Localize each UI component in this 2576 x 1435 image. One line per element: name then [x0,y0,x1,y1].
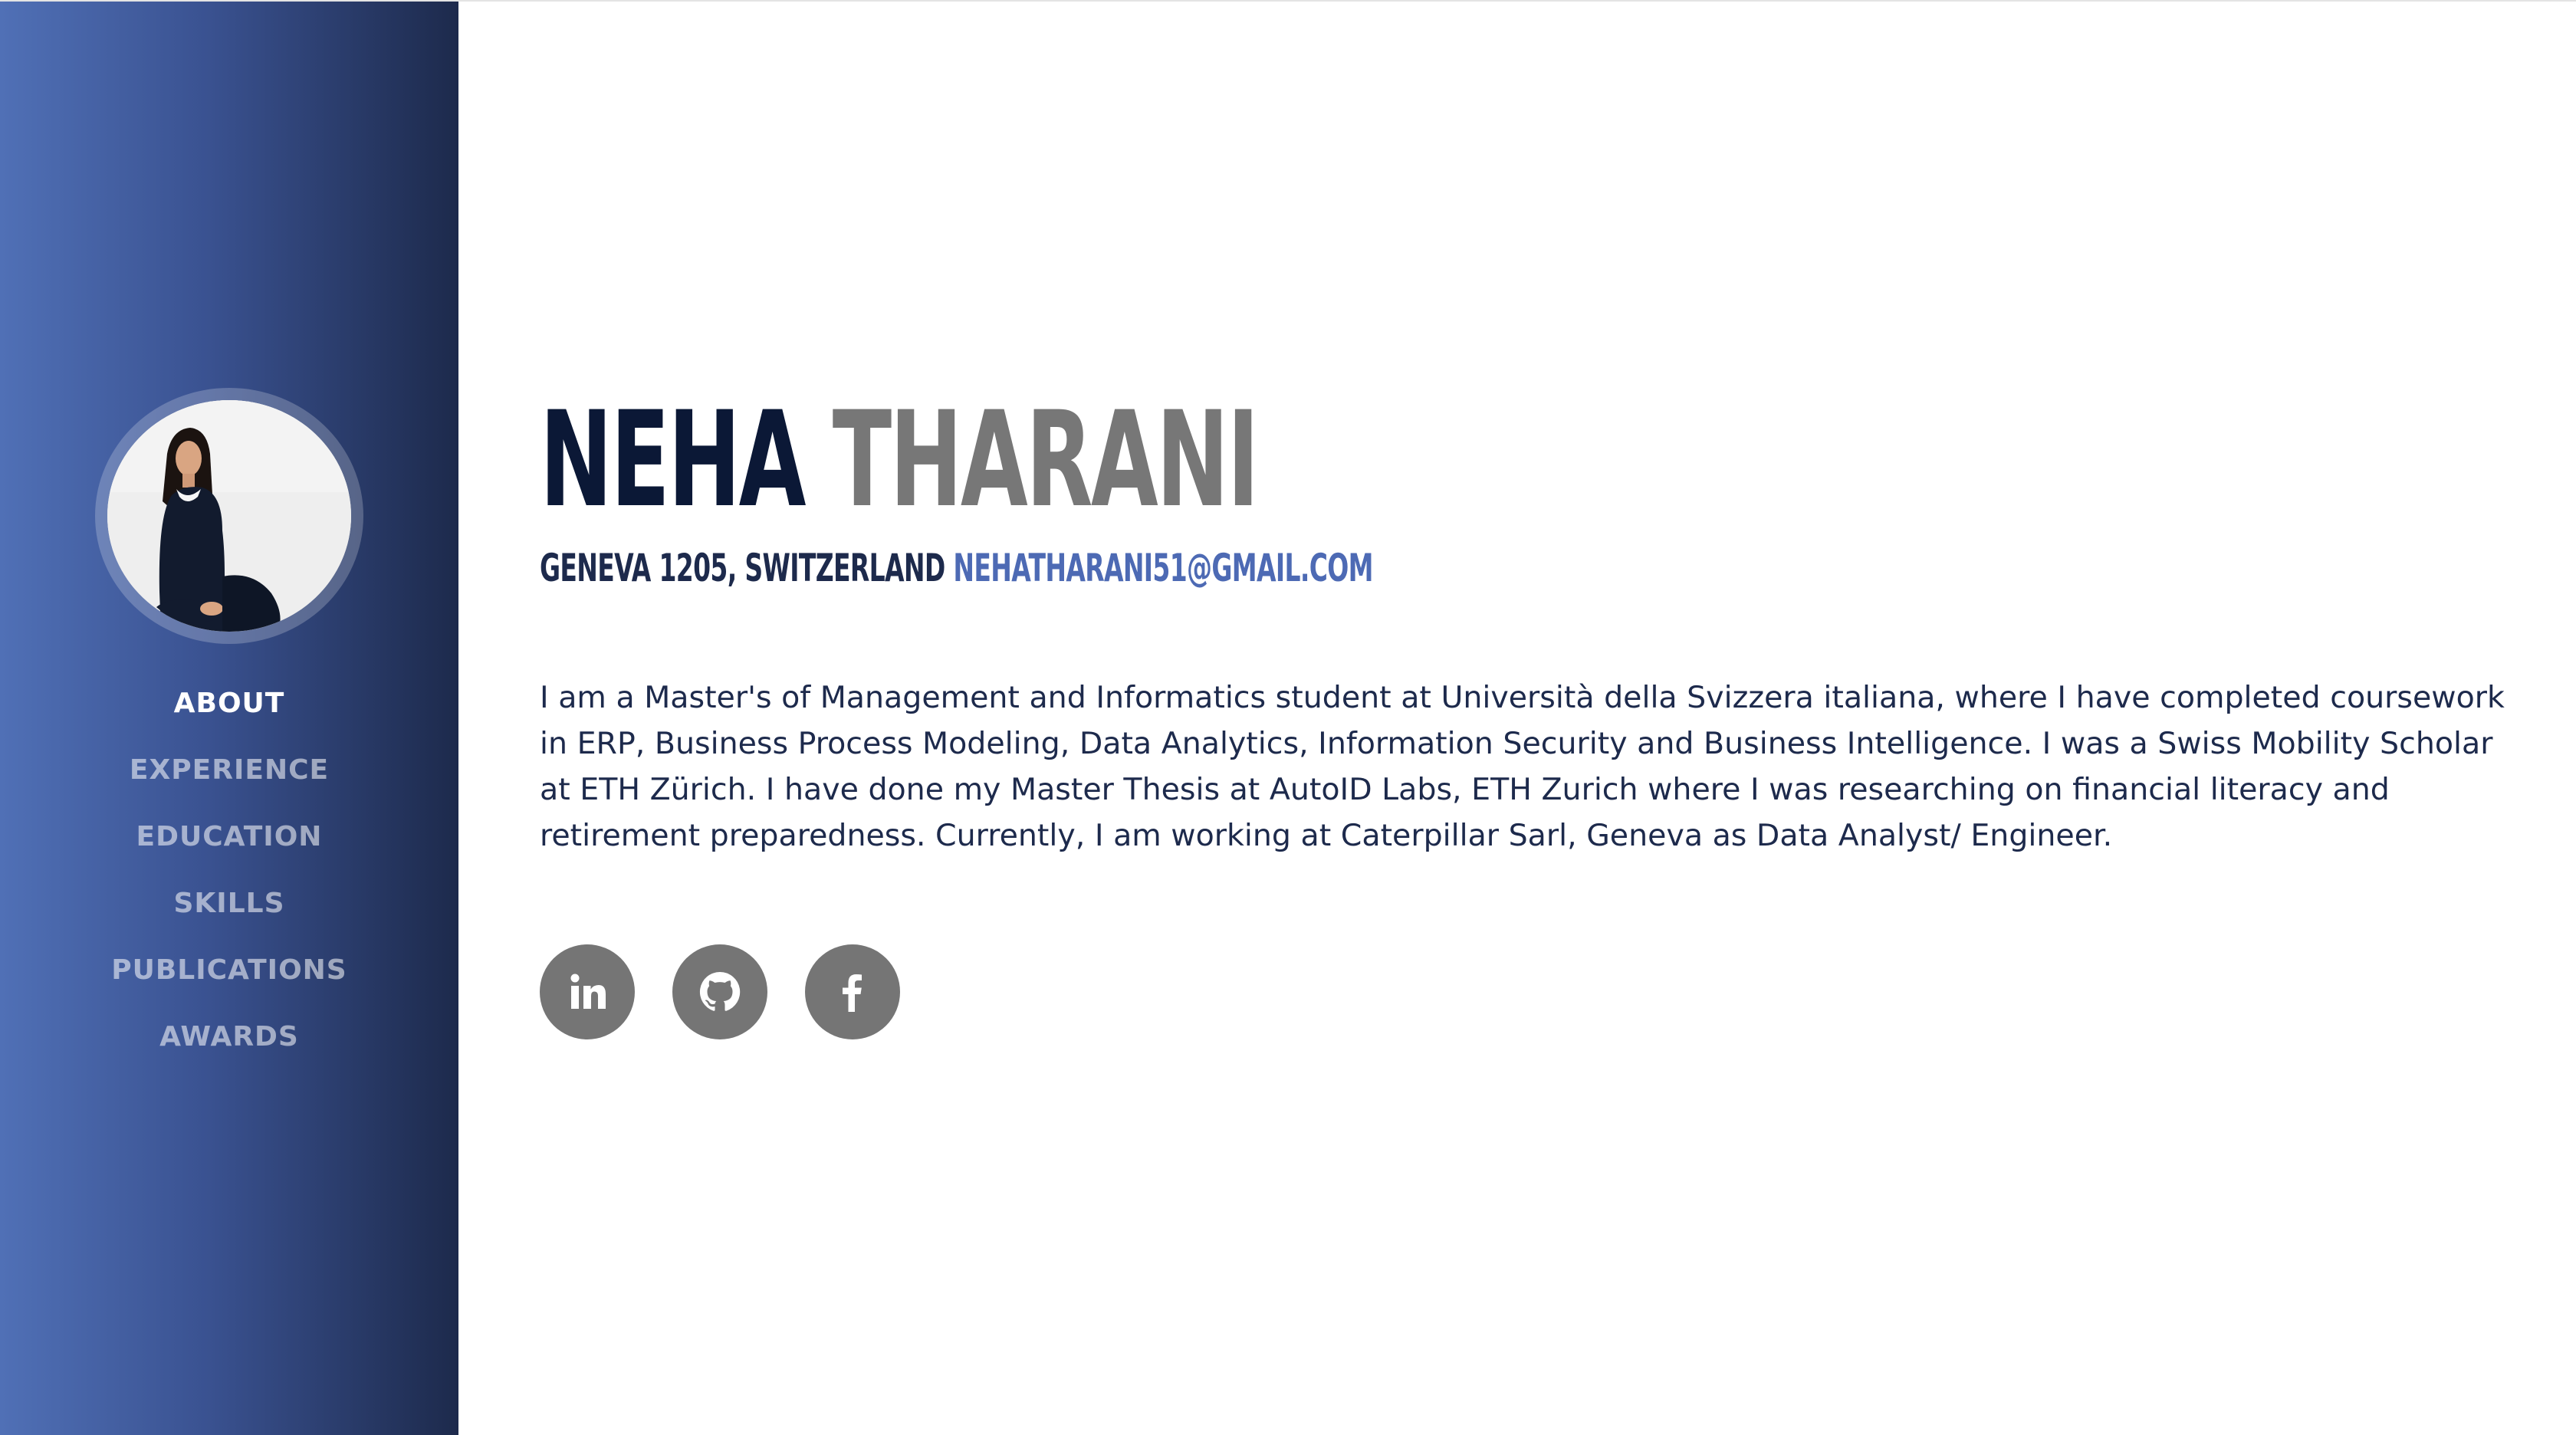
facebook-button[interactable] [805,944,901,1039]
profile-photo [107,400,351,632]
social-icons [540,944,934,1039]
last-name: THARANI [832,383,1260,537]
about-line: I am a Master's of Management and Inform… [540,680,2505,715]
github-icon [700,971,741,1011]
sidebar: ABOUT EXPERIENCE EDUCATION SKILLS PUBLIC… [0,2,458,1435]
resume-page: ABOUT EXPERIENCE EDUCATION SKILLS PUBLIC… [0,0,2576,1435]
avatar-ring [95,388,363,644]
linkedin-button[interactable] [540,944,635,1039]
nav-item-about[interactable]: ABOUT [0,681,458,747]
linkedin-icon [570,974,606,1009]
about-text: I am a Master's of Management and Inform… [540,675,2505,859]
nav-item-education[interactable]: EDUCATION [0,814,458,881]
contact-line: GENEVA 1205, SWITZERLAND NEHATHARANI51@G… [540,541,1374,595]
page-title: NEHA THARANI [540,391,1260,529]
nav-item-skills[interactable]: SKILLS [0,881,458,947]
sidebar-nav: ABOUT EXPERIENCE EDUCATION SKILLS PUBLIC… [0,681,458,1081]
first-name: NEHA [540,383,806,537]
facebook-icon [843,974,863,1012]
about-line: at ETH Zürich. I have done my Master The… [540,772,2390,807]
about-line: in ERP, Business Process Modeling, Data … [540,726,2493,761]
email-link[interactable]: NEHATHARANI51@GMAIL.COM [953,546,1373,590]
location-text: GENEVA 1205, SWITZERLAND [540,546,945,590]
nav-item-publications[interactable]: PUBLICATIONS [0,947,458,1014]
nav-item-experience[interactable]: EXPERIENCE [0,747,458,814]
avatar [107,400,351,632]
nav-item-awards[interactable]: AWARDS [0,1014,458,1081]
github-button[interactable] [672,944,768,1039]
about-line: retirement preparedness. Currently, I am… [540,818,2113,853]
